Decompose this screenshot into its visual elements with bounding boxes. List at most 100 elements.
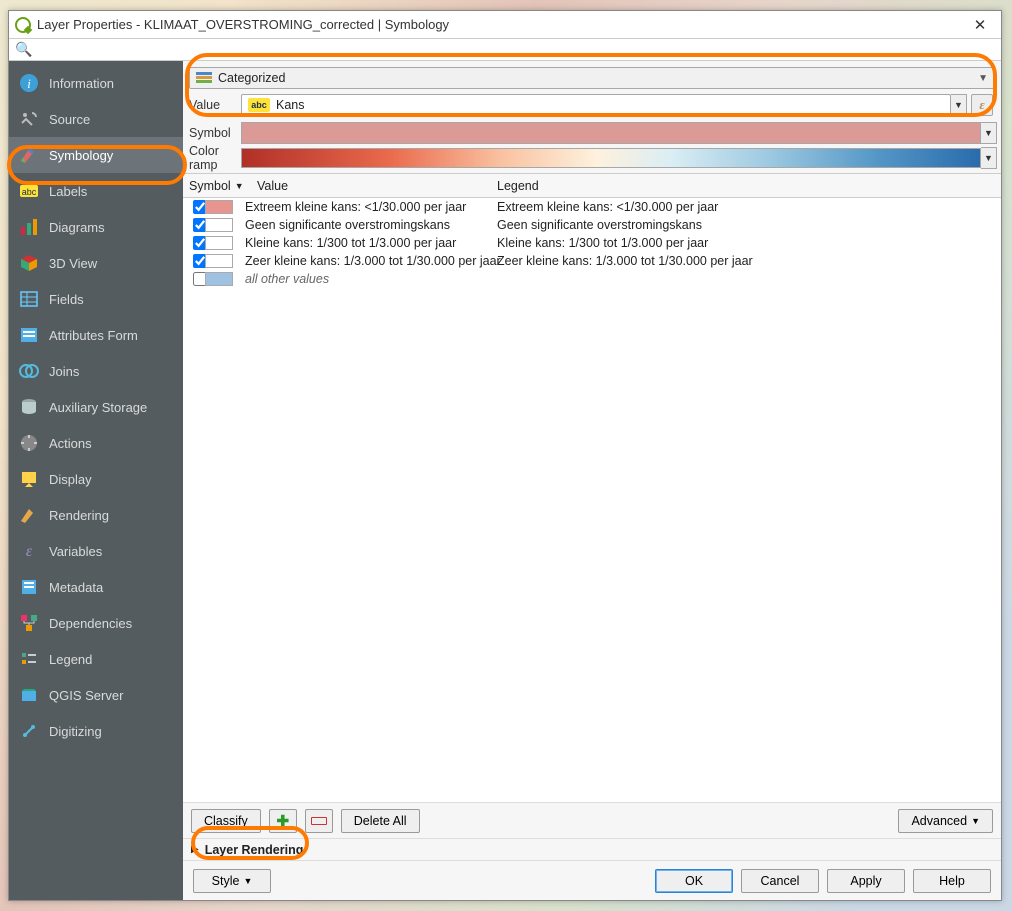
svg-text:ε: ε — [26, 543, 33, 560]
symbol-row-label: Symbol — [183, 126, 241, 140]
row-symbol-swatch[interactable] — [205, 254, 233, 268]
main-panel: Categorized ▼ Value abc Kans ▼ ε Symb — [183, 61, 1001, 900]
sidebar-item-label: Variables — [49, 544, 102, 559]
row-symbol-swatch[interactable] — [205, 200, 233, 214]
row-legend: Geen significante overstromingskans — [493, 218, 1001, 232]
digitizing-icon — [19, 721, 39, 741]
sidebar-item-label: Dependencies — [49, 616, 132, 631]
sidebar-item-3d-view[interactable]: 3D View — [9, 245, 183, 281]
row-symbol-swatch[interactable] — [205, 218, 233, 232]
value-field-combo[interactable]: abc Kans — [241, 94, 951, 116]
remove-category-button[interactable] — [305, 809, 333, 833]
sidebar-item-label: Labels — [49, 184, 87, 199]
display-icon — [19, 469, 39, 489]
sidebar-item-label: Source — [49, 112, 90, 127]
sidebar-item-qgis-server[interactable]: QGIS Server — [9, 677, 183, 713]
sidebar-item-label: Display — [49, 472, 92, 487]
sidebar-item-variables[interactable]: ε Variables — [9, 533, 183, 569]
row-symbol-swatch[interactable] — [205, 236, 233, 250]
plus-icon: ✚ — [276, 812, 289, 830]
col-header-legend[interactable]: Legend — [493, 179, 1001, 193]
sidebar-item-digitizing[interactable]: Digitizing — [9, 713, 183, 749]
sidebar-item-label: Legend — [49, 652, 92, 667]
sidebar-item-fields[interactable]: Fields — [9, 281, 183, 317]
chevron-down-icon: ▼ — [243, 876, 252, 886]
row-symbol-swatch[interactable] — [205, 272, 233, 286]
sidebar: iInformation Source Symbology abc Labels Diag… — [9, 61, 183, 900]
sidebar-item-label: 3D View — [49, 256, 97, 271]
joins-icon — [19, 361, 39, 381]
window-title: Layer Properties - KLIMAAT_OVERSTROMING_… — [37, 17, 965, 32]
table-row[interactable]: Geen significante overstromingskansGeen … — [183, 216, 1001, 234]
row-value: Kleine kans: 1/300 tot 1/3.000 per jaar — [241, 236, 493, 250]
table-row[interactable]: all other values — [183, 270, 1001, 288]
search-bar: 🔍 — [9, 39, 1001, 61]
renderer-settings: Categorized ▼ Value abc Kans ▼ ε Symb — [183, 61, 1001, 173]
search-input[interactable] — [36, 41, 995, 59]
close-button[interactable]: ✕ — [965, 16, 995, 34]
sidebar-item-label: QGIS Server — [49, 688, 123, 703]
sidebar-item-joins[interactable]: Joins — [9, 353, 183, 389]
renderer-type-combo[interactable]: Categorized ▼ — [189, 67, 995, 89]
variables-icon: ε — [19, 541, 39, 561]
color-ramp-dropdown[interactable]: ▼ — [981, 147, 997, 169]
deps-icon — [19, 613, 39, 633]
categories-table[interactable]: Symbol ▼ Value Legend Extreem kleine kan… — [183, 173, 1001, 802]
table-row[interactable]: Extreem kleine kans: <1/30.000 per jaarE… — [183, 198, 1001, 216]
row-legend: Kleine kans: 1/300 tot 1/3.000 per jaar — [493, 236, 1001, 250]
sidebar-item-information[interactable]: iInformation — [9, 65, 183, 101]
attrform-icon — [19, 325, 39, 345]
col-header-symbol[interactable]: Symbol ▼ — [183, 179, 253, 193]
sidebar-item-legend[interactable]: Legend — [9, 641, 183, 677]
layer-rendering-expander[interactable]: ▶ Layer Rendering — [183, 838, 1001, 860]
labels-icon: abc — [19, 181, 39, 201]
style-menu-button[interactable]: Style ▼ — [193, 869, 271, 893]
sidebar-item-rendering[interactable]: Rendering — [9, 497, 183, 533]
minus-icon — [311, 817, 327, 825]
sidebar-item-label: Actions — [49, 436, 92, 451]
row-value: Geen significante overstromingskans — [241, 218, 493, 232]
apply-button[interactable]: Apply — [827, 869, 905, 893]
col-header-value[interactable]: Value — [253, 179, 493, 193]
symbol-swatch-dropdown[interactable]: ▼ — [981, 122, 997, 144]
sidebar-item-source[interactable]: Source — [9, 101, 183, 137]
table-row[interactable]: Zeer kleine kans: 1/3.000 tot 1/30.000 p… — [183, 252, 1001, 270]
aux-icon — [19, 397, 39, 417]
expression-button[interactable]: ε — [971, 94, 993, 116]
color-ramp-button[interactable] — [241, 148, 981, 168]
server-icon — [19, 685, 39, 705]
diagrams-icon — [19, 217, 39, 237]
sidebar-item-labels[interactable]: abc Labels — [9, 173, 183, 209]
advanced-button[interactable]: Advanced ▼ — [898, 809, 993, 833]
sidebar-item-label: Rendering — [49, 508, 109, 523]
sidebar-item-attributes-form[interactable]: Attributes Form — [9, 317, 183, 353]
sidebar-item-symbology[interactable]: Symbology — [9, 137, 183, 173]
qgis-logo-icon — [15, 17, 31, 33]
sidebar-item-display[interactable]: Display — [9, 461, 183, 497]
sidebar-item-label: Fields — [49, 292, 84, 307]
ok-button[interactable]: OK — [655, 869, 733, 893]
classify-button[interactable]: Classify — [191, 809, 261, 833]
symbol-swatch-button[interactable] — [241, 122, 981, 144]
add-category-button[interactable]: ✚ — [269, 809, 297, 833]
value-row-label: Value — [183, 98, 241, 112]
sidebar-item-auxiliary-storage[interactable]: Auxiliary Storage — [9, 389, 183, 425]
value-field-name: Kans — [276, 98, 305, 112]
sidebar-item-actions[interactable]: Actions — [9, 425, 183, 461]
row-value: all other values — [241, 272, 493, 286]
layer-properties-dialog: Layer Properties - KLIMAAT_OVERSTROMING_… — [8, 10, 1002, 901]
actions-icon — [19, 433, 39, 453]
symbology-icon — [19, 145, 39, 165]
delete-all-button[interactable]: Delete All — [341, 809, 420, 833]
sidebar-item-dependencies[interactable]: Dependencies — [9, 605, 183, 641]
sidebar-item-metadata[interactable]: Metadata — [9, 569, 183, 605]
sidebar-item-diagrams[interactable]: Diagrams — [9, 209, 183, 245]
table-row[interactable]: Kleine kans: 1/300 tot 1/3.000 per jaarK… — [183, 234, 1001, 252]
sidebar-item-label: Auxiliary Storage — [49, 400, 147, 415]
cancel-button[interactable]: Cancel — [741, 869, 819, 893]
titlebar: Layer Properties - KLIMAAT_OVERSTROMING_… — [9, 11, 1001, 39]
svg-text:i: i — [27, 76, 31, 91]
help-button[interactable]: Help — [913, 869, 991, 893]
row-legend: Zeer kleine kans: 1/3.000 tot 1/30.000 p… — [493, 254, 1001, 268]
value-field-dropdown[interactable]: ▼ — [951, 94, 967, 116]
